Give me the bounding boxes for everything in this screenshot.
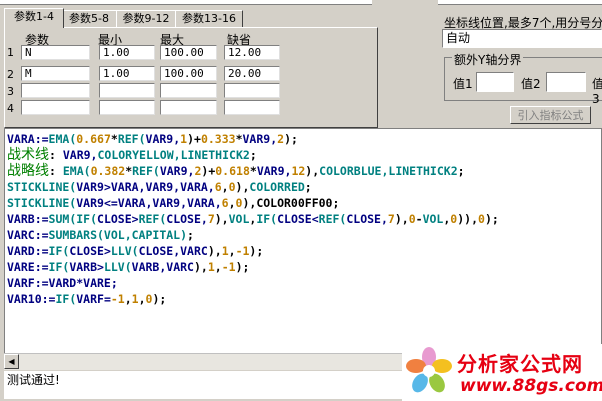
param-max-field[interactable] — [160, 100, 217, 115]
extra-axis-title: 额外Y轴分界 — [452, 51, 524, 68]
param-max-field[interactable]: 100.00 — [160, 66, 217, 81]
row-number: 2 — [7, 68, 14, 81]
param-min-field[interactable] — [99, 100, 155, 115]
code-line: VARC:=SUMBARS(VOL,CAPITAL); — [7, 228, 194, 242]
code-line: 战术线: VAR9,COLORYELLOW,LINETHICK2; — [7, 147, 257, 163]
top-field-right — [438, 0, 602, 5]
param-panel: 参数 最小 最大 缺省 1 N 1.00 100.00 12.00 2 M 1.… — [4, 27, 378, 128]
code-line: STICKLINE(VAR9>VARA,VAR9,VARA,6,0),COLOR… — [7, 180, 312, 194]
site-logo: 分析家公式网 www.88gs.com — [402, 344, 602, 401]
param-default-field[interactable] — [224, 100, 280, 115]
logo-url: www.88gs.com — [460, 376, 602, 396]
param-min-field[interactable]: 1.00 — [99, 45, 155, 60]
param-name-field[interactable] — [21, 100, 90, 115]
param-max-field[interactable] — [160, 83, 217, 98]
top-strip — [0, 0, 602, 6]
param-name-field[interactable] — [21, 83, 90, 98]
row-number: 1 — [7, 46, 14, 59]
code-line: VARF:=VARD*VARE; — [7, 276, 118, 290]
tab-params-5-8[interactable]: 参数5-8 — [61, 10, 117, 27]
value2-label: 值2 — [521, 77, 541, 91]
value1-input[interactable] — [476, 72, 514, 92]
param-name-field[interactable]: N — [21, 45, 90, 60]
param-default-field[interactable]: 12.00 — [224, 45, 280, 60]
code-line: VARE:=IF(VARB>LLV(VARB,VARC),1,-1); — [7, 260, 250, 274]
code-line: VAR10:=IF(VARF=-1,1,0); — [7, 292, 167, 306]
value1-label: 值1 — [453, 77, 473, 91]
code-line: VARB:=SUM(IF(CLOSE>REF(CLOSE,7),VOL,IF(C… — [7, 212, 499, 226]
formula-editor[interactable]: VARA:=EMA(0.667*REF(VAR9,1)+0.333*VAR9,2… — [4, 128, 602, 354]
compile-status: 测试通过! — [4, 371, 407, 399]
param-min-field[interactable] — [99, 83, 155, 98]
value2-input[interactable] — [546, 72, 586, 92]
tab-params-13-16[interactable]: 参数13-16 — [175, 10, 243, 27]
code-line: VARA:=EMA(0.667*REF(VAR9,1)+0.333*VAR9,2… — [7, 132, 298, 146]
logo-title: 分析家公式网 — [457, 352, 583, 376]
code-line: VARD:=IF(CLOSE>LLV(CLOSE,VARC),1,-1); — [7, 244, 264, 258]
top-field-left — [0, 0, 372, 5]
row-number: 3 — [7, 85, 14, 98]
import-formula-button[interactable]: 引入指标公式 — [510, 106, 591, 124]
scroll-left-arrow-icon[interactable]: ◀ — [4, 354, 19, 369]
param-default-field[interactable]: 20.00 — [224, 66, 280, 81]
tab-params-1-4[interactable]: 参数1-4 — [4, 8, 64, 28]
code-line: STICKLINE(VAR9<=VARA,VAR9,VARA,6,0),COLO… — [7, 196, 340, 210]
param-min-field[interactable]: 1.00 — [99, 66, 155, 81]
tab-params-9-12[interactable]: 参数9-12 — [116, 10, 176, 27]
param-name-field[interactable]: M — [21, 66, 90, 81]
value3-label: 值3 — [592, 77, 602, 106]
row-number: 4 — [7, 102, 14, 115]
code-line: 战略线: EMA(0.382*REF(VAR9,2)+0.618*VAR9,12… — [7, 163, 465, 179]
param-max-field[interactable]: 100.00 — [160, 45, 217, 60]
flower-logo-icon — [406, 347, 452, 393]
param-default-field[interactable] — [224, 83, 280, 98]
axis-position-input[interactable]: 自动 — [442, 29, 602, 48]
